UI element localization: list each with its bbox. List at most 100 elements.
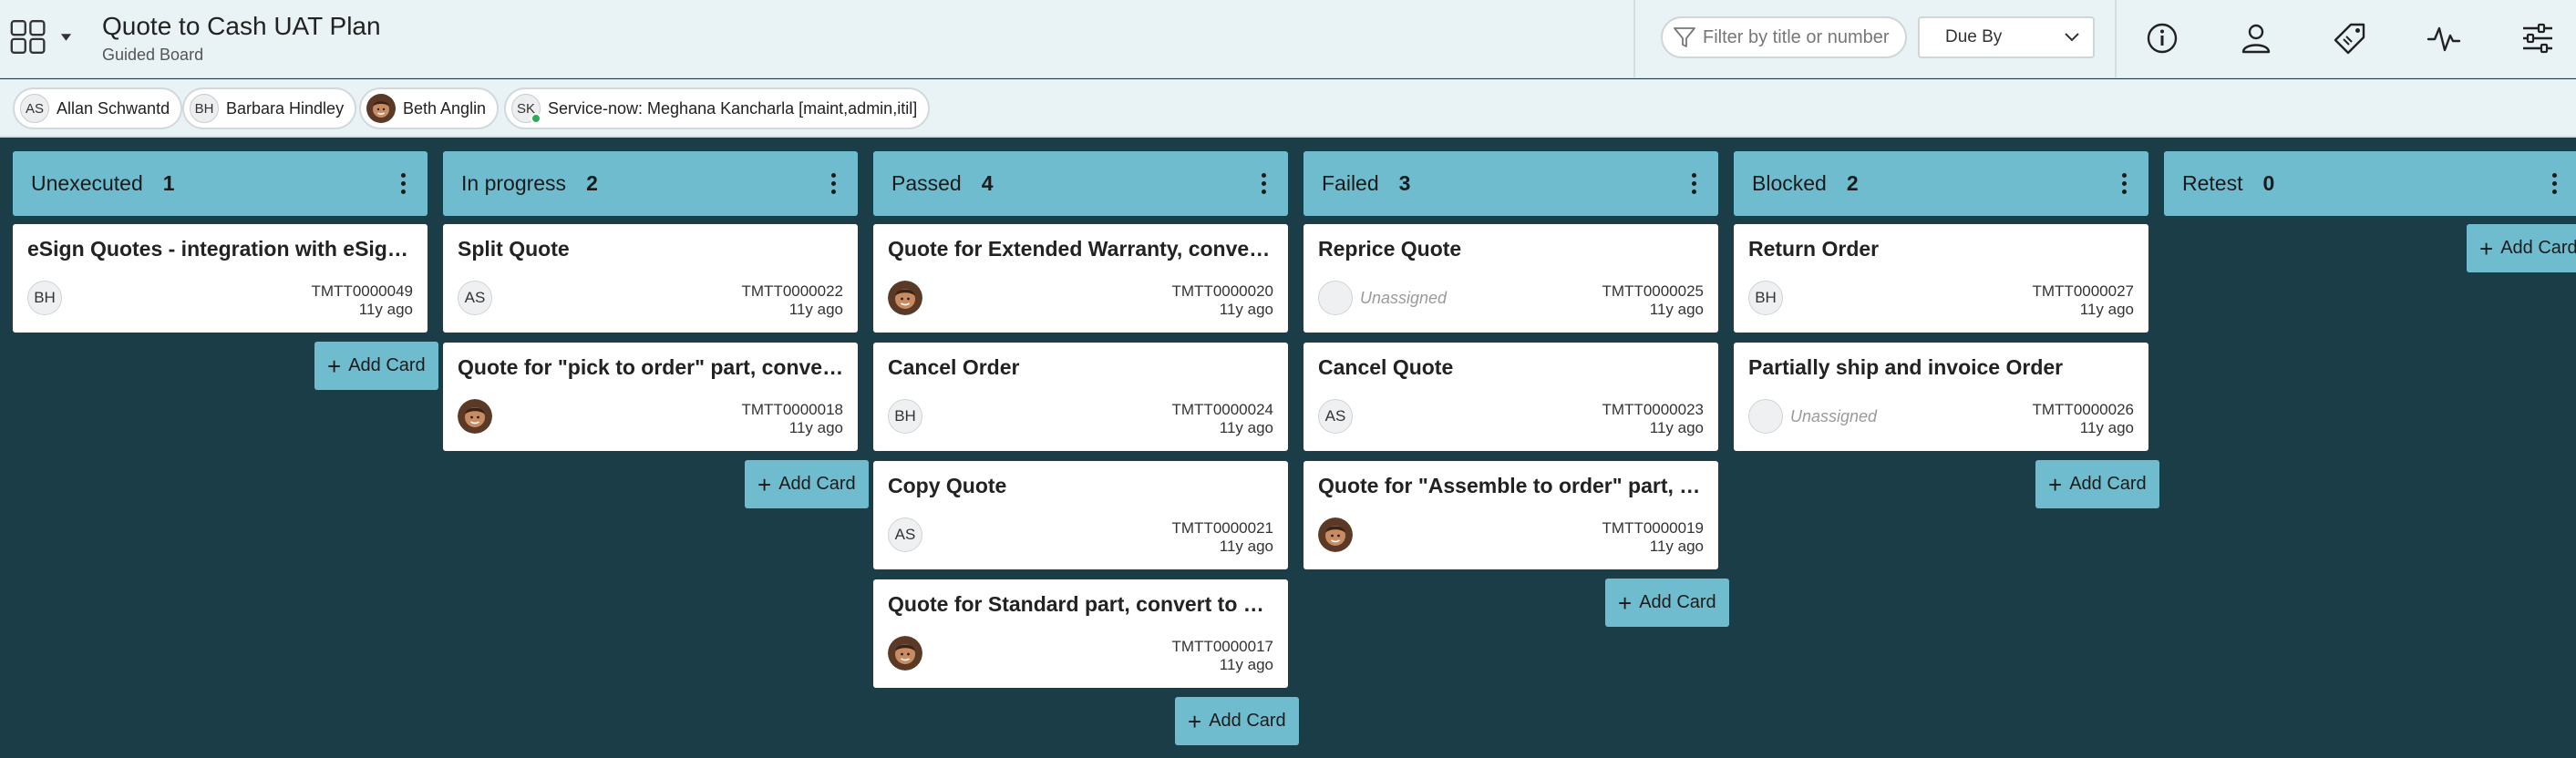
unassigned-label: Unassigned bbox=[1790, 407, 1878, 425]
add-card-button[interactable]: + Add Card bbox=[745, 460, 869, 508]
card-age: 11y ago bbox=[2079, 419, 2134, 436]
card-title: Quote for "Assemble to order" part, conv… bbox=[1318, 474, 1705, 497]
add-card-label: Add Card bbox=[778, 474, 856, 494]
task-card[interactable]: Quote for Extended Warranty, convert to … bbox=[873, 224, 1288, 333]
lane-header: Unexecuted 1 bbox=[13, 151, 428, 216]
lane-header: Blocked 2 bbox=[1734, 151, 2148, 216]
avatar: AS bbox=[20, 94, 49, 123]
lane-title: Failed bbox=[1322, 171, 1379, 195]
card-age: 11y ago bbox=[358, 301, 413, 318]
avatar bbox=[888, 281, 922, 315]
header-divider bbox=[2115, 0, 2117, 78]
task-card[interactable]: Copy Quote AS TMTT0000021 11y ago bbox=[873, 461, 1288, 569]
avatar: BH bbox=[888, 399, 922, 434]
chevron-down-icon bbox=[2065, 33, 2079, 42]
participant-name: Allan Schwantd bbox=[57, 98, 170, 118]
card-number: TMTT0000018 bbox=[741, 401, 844, 418]
avatar bbox=[1318, 281, 1353, 315]
lane-menu-icon[interactable] bbox=[1259, 171, 1268, 197]
task-card[interactable]: Cancel Order BH TMTT0000024 11y ago bbox=[873, 343, 1288, 451]
task-card[interactable]: Quote for "pick to order" part, convert … bbox=[443, 343, 858, 451]
participant-pill[interactable]: AS Allan Schwantd bbox=[13, 87, 183, 129]
task-card[interactable]: Partially ship and invoice Order Unassign… bbox=[1734, 343, 2148, 451]
settings-sliders-icon bbox=[2523, 23, 2552, 54]
add-card-button[interactable]: + Add Card bbox=[314, 342, 438, 390]
card-title: Copy Quote bbox=[888, 474, 1007, 497]
task-card[interactable]: eSign Quotes - integration with eSign ap… bbox=[13, 224, 428, 333]
card-title: eSign Quotes - integration with eSign ap… bbox=[27, 237, 414, 261]
participant-pill[interactable]: BH Barbara Hindley bbox=[182, 87, 357, 129]
participants-bar: AS Allan Schwantd BH Barbara Hindley Bet… bbox=[0, 79, 2576, 138]
page-subtitle: Guided Board bbox=[102, 46, 204, 64]
task-card[interactable]: Reprice Quote Unassigned TMTT0000025 11y ag… bbox=[1303, 224, 1718, 333]
card-age: 11y ago bbox=[1649, 419, 1704, 436]
add-card-button[interactable]: + Add Card bbox=[1605, 579, 1729, 627]
lane-count: 4 bbox=[981, 171, 994, 195]
filter-input[interactable] bbox=[1703, 26, 1903, 48]
task-card[interactable]: Split Quote AS TMTT0000022 11y ago bbox=[443, 224, 858, 333]
avatar: AS bbox=[458, 281, 492, 315]
info-button[interactable] bbox=[2142, 18, 2182, 58]
task-card[interactable]: Cancel Quote AS TMTT0000023 11y ago bbox=[1303, 343, 1718, 451]
task-card[interactable]: Return Order BH TMTT0000027 11y ago bbox=[1734, 224, 2148, 333]
sort-select-value: Due By bbox=[1945, 27, 2003, 46]
lane-menu-icon[interactable] bbox=[2550, 171, 2559, 197]
add-card-label: Add Card bbox=[1209, 711, 1286, 731]
user-photo-icon bbox=[366, 94, 396, 123]
user-photo-icon bbox=[458, 399, 492, 434]
lane-header: Failed 3 bbox=[1303, 151, 1718, 216]
participant-pill[interactable]: SK Service-now: Meghana Kancharla [maint… bbox=[504, 87, 931, 129]
card-title: Quote for Extended Warranty, convert to … bbox=[888, 237, 1274, 261]
lane-count: 0 bbox=[2262, 171, 2275, 195]
user-photo-icon bbox=[1318, 517, 1353, 552]
add-card-label: Add Card bbox=[2500, 238, 2576, 258]
card-age: 11y ago bbox=[1649, 301, 1704, 318]
settings-button[interactable] bbox=[2518, 18, 2558, 58]
add-card-button[interactable]: + Add Card bbox=[2035, 460, 2159, 508]
labels-button[interactable] bbox=[2330, 18, 2370, 58]
lane-title: Blocked bbox=[1752, 171, 1827, 195]
add-card-button[interactable]: + Add Card bbox=[1175, 697, 1299, 745]
grid-icon bbox=[10, 20, 46, 55]
card-age: 11y ago bbox=[788, 419, 843, 436]
participant-name: Beth Anglin bbox=[403, 98, 487, 118]
board-header: Quote to Cash UAT Plan Guided Board Due … bbox=[0, 0, 2576, 78]
lane-menu-icon[interactable] bbox=[398, 171, 407, 197]
add-card-label: Add Card bbox=[348, 355, 426, 375]
filter-box[interactable] bbox=[1661, 16, 1907, 58]
lane-menu-icon[interactable] bbox=[1689, 171, 1698, 197]
lane-count: 3 bbox=[1398, 171, 1411, 195]
plus-icon: + bbox=[2479, 234, 2494, 262]
members-button[interactable] bbox=[2236, 18, 2276, 58]
lane-title: Unexecuted bbox=[31, 171, 143, 195]
user-photo-icon bbox=[888, 281, 922, 315]
avatar bbox=[1748, 399, 1783, 434]
card-title: Reprice Quote bbox=[1318, 237, 1462, 261]
task-card[interactable]: Quote for Standard part, convert to orde… bbox=[873, 579, 1288, 688]
sort-select[interactable]: Due By bbox=[1918, 16, 2095, 58]
lane-count: 2 bbox=[1846, 171, 1859, 195]
lane-menu-icon[interactable] bbox=[2119, 171, 2128, 197]
card-number: TMTT0000025 bbox=[1602, 282, 1705, 300]
board-switcher[interactable] bbox=[9, 18, 73, 56]
card-number: TMTT0000021 bbox=[1171, 519, 1274, 537]
add-card-label: Add Card bbox=[2069, 474, 2147, 494]
lane-menu-icon[interactable] bbox=[829, 171, 838, 197]
card-title: Cancel Quote bbox=[1318, 355, 1454, 379]
add-card-label: Add Card bbox=[1639, 592, 1716, 612]
lane-count: 1 bbox=[162, 171, 175, 195]
card-number: TMTT0000017 bbox=[1171, 638, 1274, 655]
lane-title: Retest bbox=[2182, 171, 2243, 195]
avatar: AS bbox=[888, 517, 922, 552]
user-photo-icon bbox=[888, 636, 922, 671]
add-card-button[interactable]: + Add Card bbox=[2467, 224, 2576, 272]
lane-title: Passed bbox=[891, 171, 962, 195]
card-number: TMTT0000020 bbox=[1171, 282, 1274, 300]
card-title: Return Order bbox=[1748, 237, 1880, 261]
task-card[interactable]: Quote for "Assemble to order" part, conv… bbox=[1303, 461, 1718, 569]
avatar: BH bbox=[27, 281, 62, 315]
participant-pill[interactable]: Beth Anglin bbox=[359, 87, 500, 129]
card-title: Partially ship and invoice Order bbox=[1748, 355, 2064, 379]
activity-button[interactable] bbox=[2424, 18, 2464, 58]
avatar: BH bbox=[190, 94, 219, 123]
